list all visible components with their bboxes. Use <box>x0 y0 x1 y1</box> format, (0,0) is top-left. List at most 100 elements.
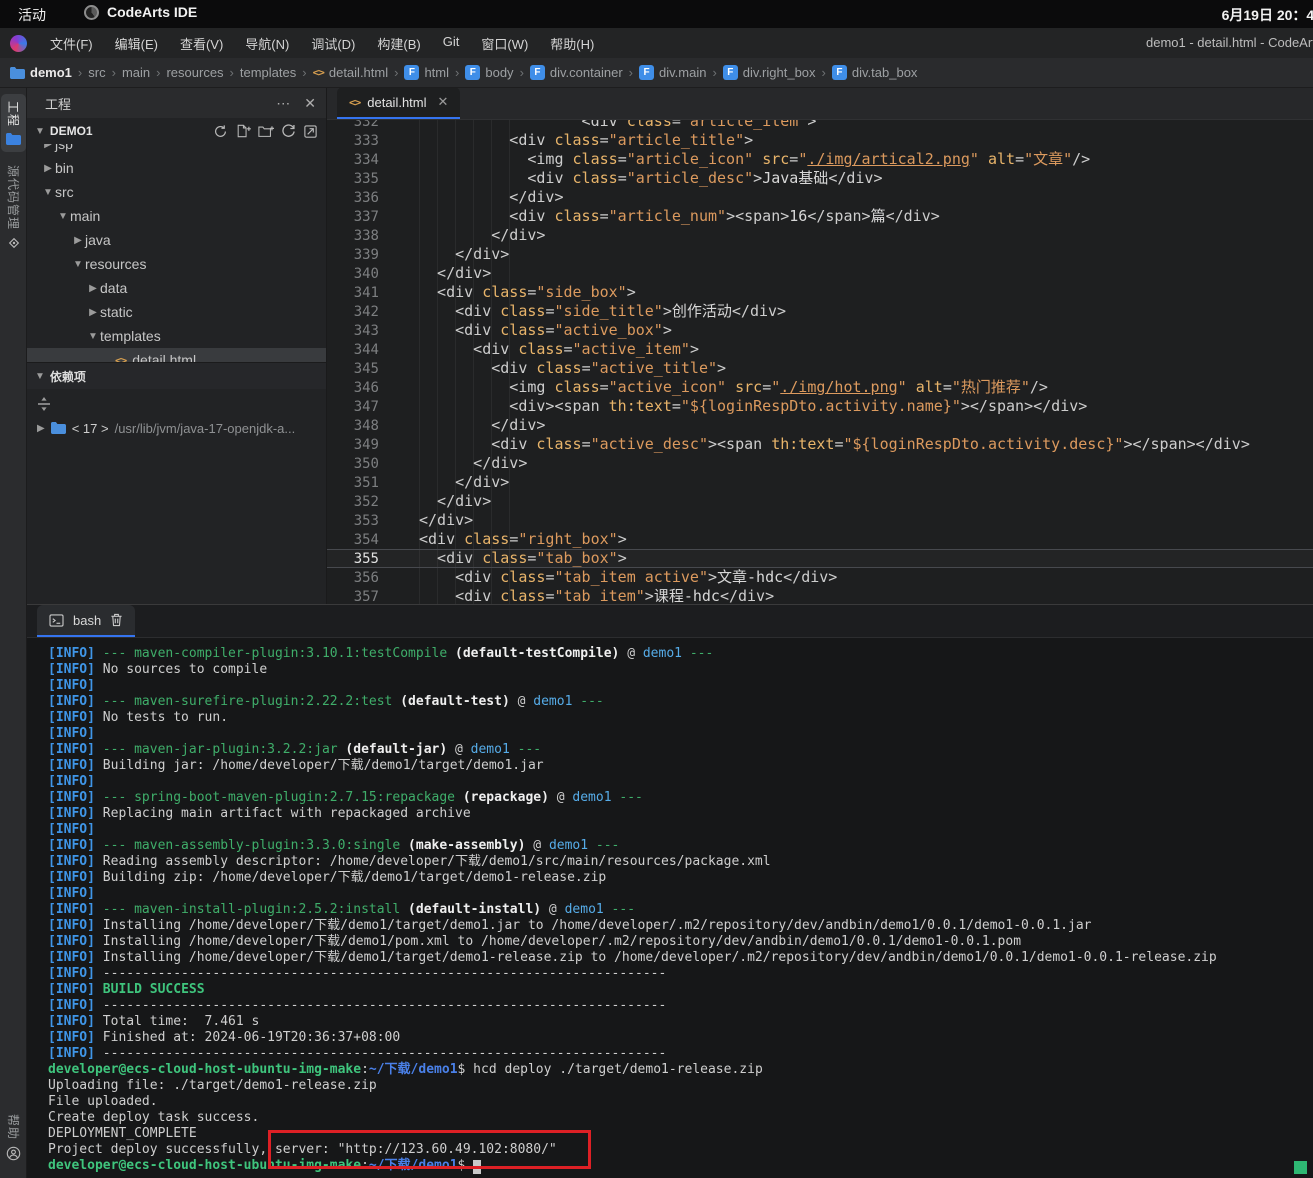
code-line: 341 <div class="side_box"> <box>327 283 1313 302</box>
terminal-line: Uploading file: ./target/demo1-release.z… <box>48 1078 1313 1094</box>
terminal-output[interactable]: [INFO] --- maven-compiler-plugin:3.10.1:… <box>27 638 1313 1174</box>
breadcrumb-item[interactable]: main <box>122 65 150 80</box>
line-number: 345 <box>327 360 379 379</box>
project-root-label: DEMO1 <box>50 124 93 138</box>
menu-item[interactable]: 查看(V) <box>169 30 234 57</box>
menu-item[interactable]: 文件(F) <box>39 30 104 57</box>
breadcrumb-item[interactable]: demo1 <box>10 65 72 80</box>
tree-item-resources[interactable]: ▼resources <box>27 252 326 276</box>
clock[interactable]: 6月19日 20：44 <box>1222 5 1313 25</box>
breadcrumb-item[interactable]: resources <box>166 65 223 80</box>
line-number: 349 <box>327 436 379 455</box>
terminal-line: [INFO] ---------------------------------… <box>48 998 1313 1014</box>
tree-item-java[interactable]: ▶java <box>27 228 326 252</box>
field-icon: F <box>832 65 847 80</box>
breadcrumb-item[interactable]: Fdiv.container <box>530 65 623 80</box>
tree-item-label: templates <box>100 328 161 344</box>
dependencies-header[interactable]: ▼ 依赖项 <box>27 362 326 389</box>
collapse-icon[interactable] <box>303 124 318 139</box>
breadcrumb-separator: › <box>156 65 160 80</box>
breadcrumb-item[interactable]: <>detail.html <box>313 65 389 80</box>
code-viewport[interactable]: 332 <div class="article_item">333 <div c… <box>327 120 1313 604</box>
close-icon[interactable]: ✕ <box>304 95 316 112</box>
code-line: 355 <div class="tab_box"> <box>327 549 1313 568</box>
file-tree: ▶jsp▶bin▼src▼main▶java▼resources▶data▶st… <box>27 132 326 372</box>
activity-top-items: 工程源代码管理 <box>0 94 26 257</box>
menu-item[interactable]: 导航(N) <box>234 30 300 57</box>
new-folder-icon[interactable] <box>258 125 274 138</box>
activity-item-帮助[interactable]: 帮助 <box>1 1107 26 1168</box>
breadcrumb-item[interactable]: Fdiv.right_box <box>723 65 816 80</box>
close-icon[interactable]: ✕ <box>438 94 449 110</box>
breadcrumb-separator: › <box>712 65 716 80</box>
tree-item-static[interactable]: ▶static <box>27 300 326 324</box>
divider-arrows-icon[interactable] <box>37 397 51 411</box>
code-line: 337 <div class="article_num"><span>16</s… <box>327 207 1313 226</box>
breadcrumb-item[interactable]: Fdiv.tab_box <box>832 65 918 80</box>
tree-item-data[interactable]: ▶data <box>27 276 326 300</box>
code-text: <div class="tab_item active">文章-hdc</div… <box>419 568 837 586</box>
code-text: </div> <box>419 473 509 491</box>
tree-item-main[interactable]: ▼main <box>27 204 326 228</box>
line-number: 354 <box>327 531 379 550</box>
jdk-tree-item[interactable]: ▶ < 17 > /usr/lib/jvm/java-17-openjdk-a.… <box>27 416 326 440</box>
sync-icon[interactable] <box>213 124 228 139</box>
chevron-down-icon: ▼ <box>71 259 85 270</box>
activity-item-源代码管理[interactable]: 源代码管理 <box>1 158 26 257</box>
code-line: 338 </div> <box>327 226 1313 245</box>
activity-item-label: 帮助 <box>5 1114 22 1140</box>
codearts-logo-icon[interactable] <box>10 35 27 52</box>
project-toolbar <box>213 124 318 139</box>
breadcrumb-label: div.container <box>550 65 623 80</box>
tree-item-bin[interactable]: ▶bin <box>27 156 326 180</box>
code-line: 351 </div> <box>327 473 1313 492</box>
tree-item-label: java <box>85 232 111 248</box>
activities-button[interactable]: 活动 <box>18 5 46 25</box>
more-icon[interactable]: ⋯ <box>276 95 290 112</box>
breadcrumb-item[interactable]: Fhtml <box>404 65 449 80</box>
code-text: <div class="article_title"> <box>419 131 753 149</box>
terminal-line: [INFO] <box>48 774 1313 790</box>
tab-bash[interactable]: bash <box>37 605 135 637</box>
breadcrumb-item[interactable]: Fdiv.main <box>639 65 706 80</box>
jdk-path: /usr/lib/jvm/java-17-openjdk-a... <box>115 421 296 436</box>
menu-item[interactable]: 编辑(E) <box>104 30 169 57</box>
menu-item[interactable]: 调试(D) <box>300 30 366 57</box>
terminal-line: [INFO] --- maven-compiler-plugin:3.10.1:… <box>48 646 1313 662</box>
menu-item[interactable]: 帮助(H) <box>539 30 605 57</box>
line-number: 341 <box>327 284 379 303</box>
code-text: <div class="article_num"><span>16</span>… <box>419 207 940 225</box>
tab-detail-html[interactable]: <> detail.html ✕ <box>337 88 460 119</box>
breadcrumb-separator: › <box>302 65 306 80</box>
breadcrumb-separator: › <box>822 65 826 80</box>
line-number: 338 <box>327 227 379 246</box>
trash-icon[interactable] <box>110 613 123 627</box>
breadcrumb-item[interactable]: templates <box>240 65 296 80</box>
line-number: 346 <box>327 379 379 398</box>
terminal-line: [INFO] <box>48 678 1313 694</box>
menu-item[interactable]: Git <box>432 30 471 57</box>
code-text: <div class="active_item"> <box>419 340 699 358</box>
breadcrumb-item[interactable]: Fbody <box>465 65 513 80</box>
line-number: 343 <box>327 322 379 341</box>
tree-item-label: bin <box>55 160 74 176</box>
tree-item-src[interactable]: ▼src <box>27 180 326 204</box>
new-file-icon[interactable] <box>235 124 251 138</box>
field-icon: F <box>723 65 738 80</box>
breadcrumb-item[interactable]: src <box>88 65 105 80</box>
code-text: <div><span th:text="${loginRespDto.activ… <box>419 397 1087 415</box>
refresh-icon[interactable] <box>281 124 296 139</box>
breadcrumb-separator: › <box>520 65 524 80</box>
field-icon: F <box>465 65 480 80</box>
activity-item-工程[interactable]: 工程 <box>1 94 26 152</box>
breadcrumb-label: body <box>485 65 513 80</box>
line-number: 333 <box>327 132 379 151</box>
menu-item[interactable]: 构建(B) <box>366 30 431 57</box>
tree-item-templates[interactable]: ▼templates <box>27 324 326 348</box>
code-line: 356 <div class="tab_item active">文章-hdc<… <box>327 568 1313 587</box>
chevron-right-icon: ▶ <box>86 307 100 318</box>
menu-item[interactable]: 窗口(W) <box>470 30 539 57</box>
project-root-row[interactable]: ▼ DEMO1 <box>27 118 326 144</box>
focused-app: CodeArts IDE <box>84 4 197 20</box>
terminal-line: [INFO] BUILD SUCCESS <box>48 982 1313 998</box>
